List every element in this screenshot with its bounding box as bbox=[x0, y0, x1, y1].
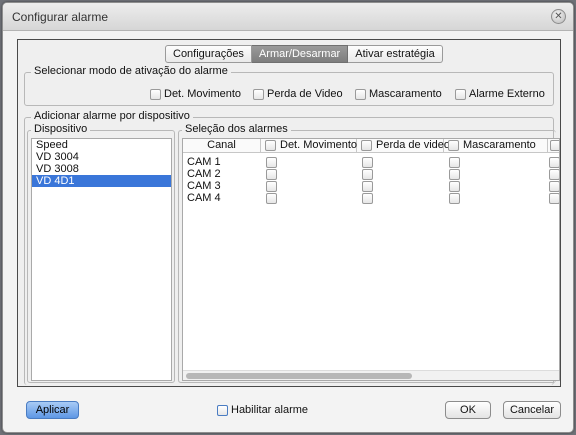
option-mascaramento[interactable]: Mascaramento bbox=[355, 88, 442, 100]
mascaramento-checkbox[interactable] bbox=[355, 88, 366, 100]
scrollbar-thumb[interactable] bbox=[186, 373, 412, 379]
column-perda-de-video-label: Perda de video bbox=[376, 139, 450, 151]
cam1-det-movimento-checkbox[interactable] bbox=[266, 157, 277, 168]
column-alarme-externo[interactable]: A bbox=[548, 139, 559, 153]
enable-alarm-label: Habilitar alarme bbox=[231, 404, 309, 416]
table-header: Canal Det. Movimento Perda de video Masc… bbox=[183, 139, 559, 153]
perda-de-video-checkbox[interactable] bbox=[253, 88, 264, 100]
cam3-det-movimento-checkbox[interactable] bbox=[266, 181, 277, 192]
column-perda-de-video-checkbox[interactable] bbox=[361, 139, 372, 151]
ok-button[interactable]: OK bbox=[445, 401, 491, 419]
configure-alarm-dialog: Configurar alarme ✕ Configurações Armar/… bbox=[2, 2, 574, 433]
alarm-selection-legend: Seleção dos alarmes bbox=[182, 123, 291, 135]
activation-mode-legend: Selecionar modo de ativação do alarme bbox=[31, 65, 231, 77]
cam2-det-movimento-checkbox[interactable] bbox=[266, 169, 277, 180]
option-det-movimento[interactable]: Det. Movimento bbox=[150, 88, 241, 100]
column-det-movimento-checkbox[interactable] bbox=[265, 139, 276, 151]
apply-button[interactable]: Aplicar bbox=[26, 401, 79, 419]
mascaramento-label: Mascaramento bbox=[369, 88, 442, 100]
option-perda-de-video[interactable]: Perda de Video bbox=[253, 88, 343, 100]
device-item-vd4d1[interactable]: VD 4D1 bbox=[32, 175, 171, 187]
column-mascaramento-label: Mascaramento bbox=[463, 139, 536, 151]
device-legend: Dispositivo bbox=[31, 123, 91, 135]
tab-armar-desarmar[interactable]: Armar/Desarmar bbox=[251, 45, 349, 63]
cam3-mascaramento-checkbox[interactable] bbox=[449, 181, 460, 192]
cam3-perda-de-video-checkbox[interactable] bbox=[362, 181, 373, 192]
row-cam2-label: CAM 2 bbox=[187, 168, 221, 180]
device-item-vd3008[interactable]: VD 3008 bbox=[32, 163, 171, 175]
cam4-det-movimento-checkbox[interactable] bbox=[266, 193, 277, 204]
activation-mode-group: Selecionar modo de ativação do alarme De… bbox=[24, 65, 554, 106]
det-movimento-checkbox[interactable] bbox=[150, 88, 161, 100]
per-device-group: Adicionar alarme por dispositivo Disposi… bbox=[24, 110, 560, 385]
cam1-mascaramento-checkbox[interactable] bbox=[449, 157, 460, 168]
device-item-vd3004[interactable]: VD 3004 bbox=[32, 151, 171, 163]
tab-bar: Configurações Armar/Desarmar Ativar estr… bbox=[165, 45, 443, 63]
enable-alarm-checkbox[interactable] bbox=[217, 404, 228, 416]
horizontal-scrollbar[interactable] bbox=[183, 370, 559, 380]
cancel-button[interactable]: Cancelar bbox=[503, 401, 561, 419]
device-list[interactable]: Speed VD 3004 VD 3008 VD 4D1 bbox=[31, 138, 172, 381]
cam4-mascaramento-checkbox[interactable] bbox=[449, 193, 460, 204]
cam3-alarme-externo-checkbox[interactable] bbox=[549, 181, 559, 192]
cam4-alarme-externo-checkbox[interactable] bbox=[549, 193, 559, 204]
alarm-table: Canal Det. Movimento Perda de video Masc… bbox=[182, 138, 560, 381]
cam2-mascaramento-checkbox[interactable] bbox=[449, 169, 460, 180]
row-cam3-label: CAM 3 bbox=[187, 180, 221, 192]
enable-alarm-option[interactable]: Habilitar alarme bbox=[217, 404, 308, 416]
window-title: Configurar alarme bbox=[12, 10, 109, 24]
row-cam1-label: CAM 1 bbox=[187, 156, 221, 168]
tab-configuracoes[interactable]: Configurações bbox=[165, 45, 252, 63]
cam2-perda-de-video-checkbox[interactable] bbox=[362, 169, 373, 180]
cam1-alarme-externo-checkbox[interactable] bbox=[549, 157, 559, 168]
tab-ativar-estrategia[interactable]: Ativar estratégia bbox=[348, 45, 443, 63]
device-item-speed[interactable]: Speed bbox=[32, 139, 171, 151]
perda-de-video-label: Perda de Video bbox=[267, 88, 343, 100]
column-det-movimento[interactable]: Det. Movimento bbox=[261, 139, 357, 153]
title-bar[interactable]: Configurar alarme ✕ bbox=[3, 3, 573, 31]
column-det-movimento-label: Det. Movimento bbox=[280, 139, 358, 151]
column-mascaramento[interactable]: Mascaramento bbox=[444, 139, 548, 153]
per-device-legend: Adicionar alarme por dispositivo bbox=[31, 110, 193, 122]
det-movimento-label: Det. Movimento bbox=[164, 88, 242, 100]
main-panel: Configurações Armar/Desarmar Ativar estr… bbox=[17, 39, 561, 387]
column-mascaramento-checkbox[interactable] bbox=[448, 139, 459, 151]
device-group: Dispositivo Speed VD 3004 VD 3008 VD 4D1 bbox=[27, 123, 175, 383]
alarm-selection-group: Seleção dos alarmes Canal Det. Movimento… bbox=[178, 123, 560, 383]
column-canal: Canal bbox=[183, 139, 261, 153]
column-canal-label: Canal bbox=[207, 139, 236, 151]
cam4-perda-de-video-checkbox[interactable] bbox=[362, 193, 373, 204]
cam2-alarme-externo-checkbox[interactable] bbox=[549, 169, 559, 180]
option-alarme-externo[interactable]: Alarme Externo bbox=[455, 88, 545, 100]
row-cam4-label: CAM 4 bbox=[187, 192, 221, 204]
alarme-externo-label: Alarme Externo bbox=[469, 88, 545, 100]
close-icon[interactable]: ✕ bbox=[551, 9, 566, 24]
cam1-perda-de-video-checkbox[interactable] bbox=[362, 157, 373, 168]
column-perda-de-video[interactable]: Perda de video bbox=[357, 139, 450, 153]
column-alarme-externo-checkbox[interactable] bbox=[550, 139, 559, 151]
alarme-externo-checkbox[interactable] bbox=[455, 88, 466, 100]
